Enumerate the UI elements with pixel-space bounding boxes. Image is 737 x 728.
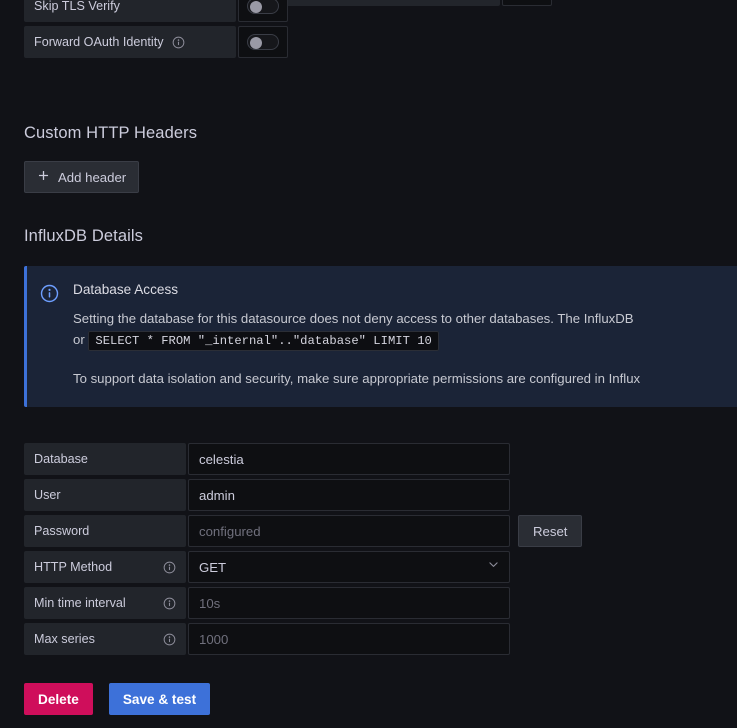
user-value: admin [199, 487, 235, 503]
custom-http-headers-section: Custom HTTP Headers Add header [24, 124, 197, 193]
label-text: Max series [34, 632, 95, 646]
label-http-method: HTTP Method [24, 551, 186, 583]
datasource-settings-page: Skip TLS Verify Forward OAuth Identity C… [0, 0, 737, 728]
add-header-label: Add header [58, 169, 127, 185]
password-placeholder: configured [199, 523, 261, 539]
alert-text-1: Setting the database for this datasource… [73, 311, 634, 326]
reset-password-button[interactable]: Reset [518, 515, 583, 547]
toggle-knob [250, 37, 262, 49]
http-method-value: GET [199, 559, 227, 575]
http-method-select[interactable]: GET [188, 551, 510, 583]
label-max-series: Max series [24, 623, 186, 655]
alert-paragraph-1: Setting the database for this datasource… [73, 308, 737, 352]
add-header-button[interactable]: Add header [24, 161, 140, 193]
toggle-forward-oauth-identity[interactable] [238, 26, 288, 58]
toggle-switch[interactable] [247, 0, 279, 14]
plus-icon [37, 169, 50, 185]
min-time-interval-input[interactable]: 10s [188, 587, 510, 619]
database-input[interactable]: celestia [188, 443, 510, 475]
label-text: User [34, 488, 61, 502]
user-input[interactable]: admin [188, 479, 510, 511]
label-database: Database [24, 443, 186, 475]
partial-row-above-right [270, 0, 552, 6]
influxdb-details-title: InfluxDB Details [24, 227, 143, 245]
info-circle-icon [40, 282, 59, 389]
label-password: Password [24, 515, 186, 547]
password-input[interactable]: configured [188, 515, 510, 547]
label-text: Database [34, 452, 88, 466]
toggle-skip-tls-verify[interactable] [238, 0, 288, 22]
row-min-time-interval: Min time interval 10s [24, 587, 582, 619]
toggle-switch[interactable] [247, 34, 279, 50]
label-skip-tls-verify: Skip TLS Verify [24, 0, 236, 22]
row-max-series: Max series 1000 [24, 623, 582, 655]
tls-toggle-section: Skip TLS Verify Forward OAuth Identity [24, 0, 288, 62]
alert-title: Database Access [73, 282, 179, 297]
database-value: celestia [199, 451, 244, 467]
label-text: Skip TLS Verify [34, 0, 120, 13]
label-text: Min time interval [34, 596, 126, 610]
info-icon[interactable] [172, 36, 185, 49]
label-min-time-interval: Min time interval [24, 587, 186, 619]
alert-paragraph-2: To support data isolation and security, … [73, 371, 641, 386]
alert-code-snippet: SELECT * FROM "_internal".."database" LI… [88, 331, 439, 351]
info-icon[interactable] [163, 561, 176, 574]
row-user: User admin [24, 479, 582, 511]
label-user: User [24, 479, 186, 511]
partial-toggle-right[interactable] [502, 0, 552, 6]
label-text: HTTP Method [34, 560, 113, 574]
row-database: Database celestia [24, 443, 582, 475]
partial-label-right [270, 0, 500, 6]
max-series-input[interactable]: 1000 [188, 623, 510, 655]
row-password: Password configured Reset [24, 515, 583, 547]
info-icon[interactable] [163, 633, 176, 646]
custom-http-headers-title: Custom HTTP Headers [24, 124, 198, 142]
database-access-alert: Database Access Setting the database for… [24, 266, 737, 407]
label-forward-oauth-identity: Forward OAuth Identity [24, 26, 236, 58]
toggle-knob [250, 1, 262, 13]
row-skip-tls-verify: Skip TLS Verify [24, 0, 288, 22]
save-and-test-button[interactable]: Save & test [108, 683, 211, 715]
label-text: Password [34, 524, 90, 538]
row-http-method: HTTP Method GET [24, 551, 582, 583]
label-text: Forward OAuth Identity [34, 35, 164, 49]
max-series-placeholder: 1000 [199, 631, 229, 647]
info-icon[interactable] [163, 597, 176, 610]
row-forward-oauth-identity: Forward OAuth Identity [24, 26, 288, 58]
min-time-interval-placeholder: 10s [199, 595, 221, 611]
influxdb-fields: Database celestia User admin Password co… [24, 443, 583, 659]
action-buttons: Delete Save & test [24, 683, 211, 715]
http-method-display[interactable]: GET [188, 551, 510, 583]
delete-button[interactable]: Delete [24, 683, 93, 715]
alert-body: Database Access Setting the database for… [73, 282, 737, 389]
alert-text-or: or [73, 332, 89, 347]
